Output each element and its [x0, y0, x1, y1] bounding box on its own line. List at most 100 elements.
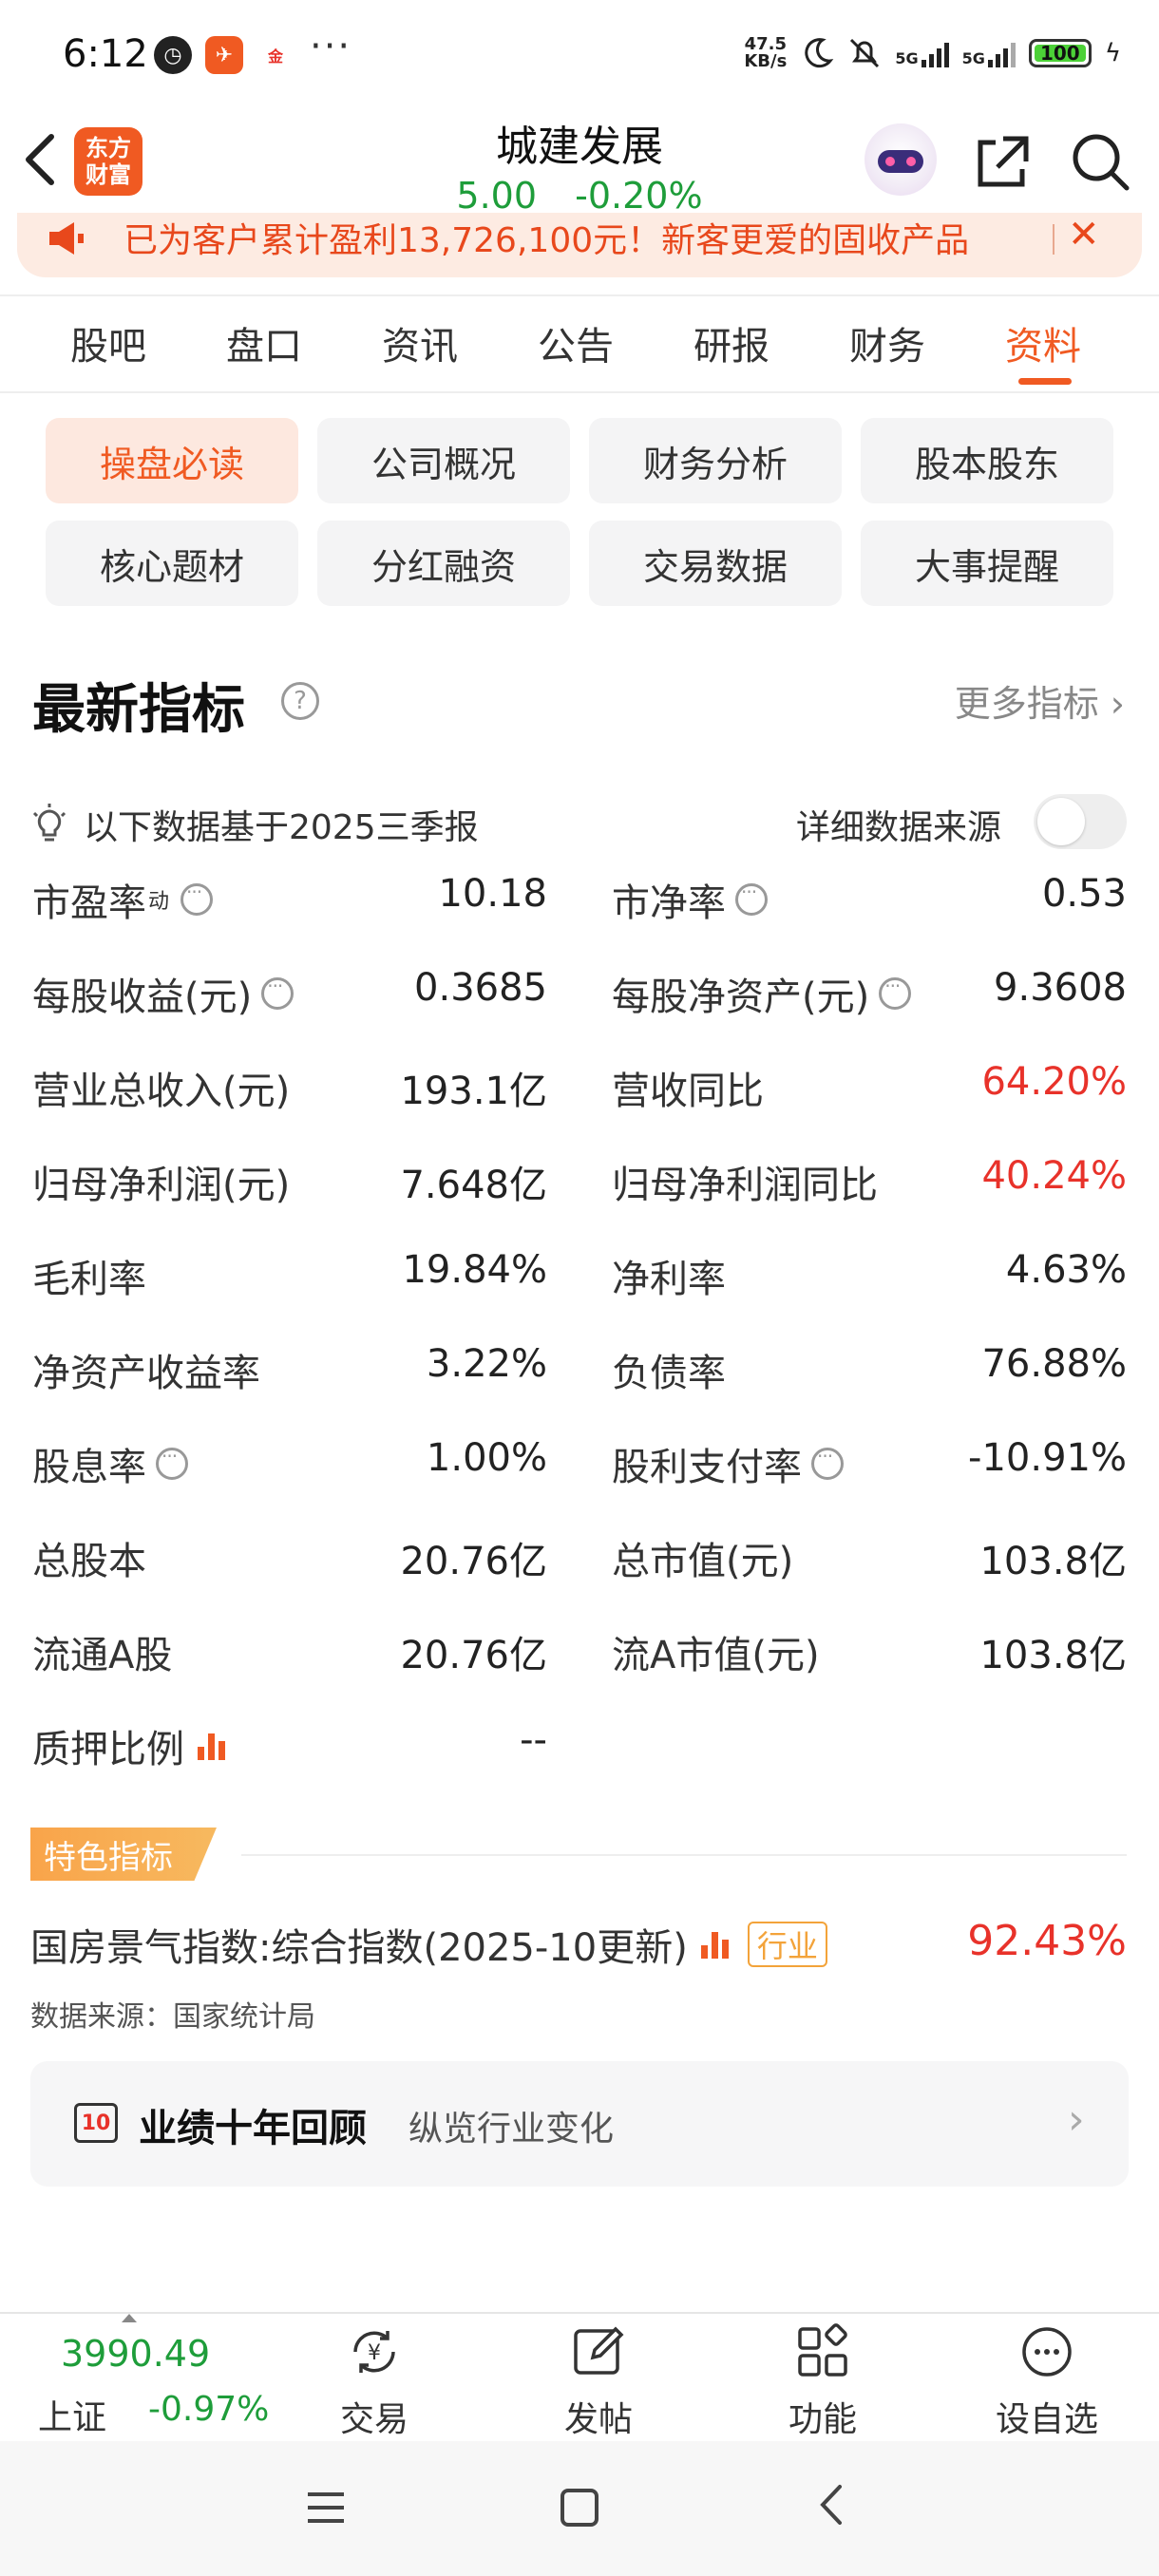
- metric-label: 总市值(元): [612, 1540, 794, 1583]
- metric-label: 股利支付率: [612, 1436, 844, 1491]
- metric-row: 市盈率动 10.18 市净率 0.53: [0, 872, 1159, 938]
- status-bar: 6:12 ◷ ✈ 金 ··· 47.5 KB/s 5G 5G 100 ϟ: [0, 0, 1159, 114]
- battery-icon: 100: [1028, 39, 1092, 67]
- review-title: 业绩十年回顾: [139, 2107, 367, 2150]
- metric-value: 10.18: [438, 872, 547, 916]
- housing-index-row[interactable]: 国房景气指数:综合指数(2025-10更新) 行业: [30, 1917, 827, 1972]
- industry-tag: 行业: [747, 1922, 827, 1967]
- post-button[interactable]: 发帖: [522, 2323, 674, 2441]
- metric-value: 103.8亿: [979, 1540, 1127, 1583]
- tab-finance[interactable]: 财务: [849, 315, 925, 370]
- divider: [0, 294, 1159, 296]
- add-watchlist-button[interactable]: 设自选: [971, 2323, 1123, 2441]
- back-nav-icon[interactable]: [817, 2481, 846, 2541]
- metric-label: 归母净利润同比: [612, 1164, 878, 1207]
- more-circle-icon: [1022, 2327, 1072, 2377]
- megaphone-icon: [49, 222, 84, 255]
- tab-announcements[interactable]: 公告: [538, 315, 614, 370]
- menu-icon[interactable]: [306, 2489, 346, 2527]
- grid-icon: [798, 2323, 847, 2377]
- info-icon[interactable]: [261, 975, 294, 1010]
- metric-label: 毛利率: [32, 1258, 146, 1301]
- home-icon[interactable]: [560, 2489, 598, 2527]
- metric-value: 76.88%: [981, 1342, 1127, 1386]
- stock-change: -0.20%: [575, 175, 703, 217]
- metric-row: 总股本 20.76亿 总市值(元) 103.8亿: [0, 1530, 1159, 1597]
- active-tab-indicator: [1018, 378, 1072, 385]
- tab-research[interactable]: 研报: [694, 315, 770, 370]
- tab-guba[interactable]: 股吧: [70, 315, 146, 370]
- index-value[interactable]: 3990.49: [61, 2333, 210, 2375]
- info-icon[interactable]: [156, 1445, 188, 1480]
- metric-superscript: 动: [148, 890, 170, 914]
- metric-value: 103.8亿: [979, 1634, 1127, 1677]
- help-icon[interactable]: ?: [281, 682, 319, 720]
- grid-btn-events[interactable]: 大事提醒: [861, 521, 1113, 606]
- banner-text[interactable]: 已为客户累计盈利13,726,100元！新客更爱的固收产品: [124, 213, 1054, 260]
- metric-value: 20.76亿: [400, 1540, 547, 1583]
- moon-icon: [805, 38, 834, 68]
- housing-index-label: 国房景气指数:综合指数(2025-10更新): [30, 1926, 688, 1970]
- info-icon[interactable]: [879, 975, 912, 1010]
- metric-value: 20.76亿: [400, 1634, 547, 1677]
- metric-value: 1.00%: [426, 1436, 547, 1480]
- search-icon[interactable]: [1068, 129, 1134, 196]
- functions-button[interactable]: 功能: [747, 2323, 899, 2441]
- metric-row: 股息率 1.00% 股利支付率 -10.91%: [0, 1436, 1159, 1503]
- data-source-toggle[interactable]: [1034, 794, 1127, 849]
- metric-label: 每股收益(元): [32, 966, 294, 1021]
- charging-icon: ϟ: [1104, 39, 1121, 67]
- edit-icon: [574, 2326, 624, 2375]
- metric-label: 总股本: [32, 1540, 146, 1583]
- metric-label: 净资产收益率: [32, 1352, 260, 1395]
- info-icon[interactable]: [811, 1445, 844, 1480]
- tab-profile[interactable]: 资料: [1005, 315, 1081, 370]
- data-source-label: 详细数据来源: [796, 808, 1002, 847]
- close-icon[interactable]: ✕: [1068, 213, 1100, 256]
- metric-row: 质押比例 --: [0, 1718, 1159, 1785]
- net-speed: 47.5 KB/s: [744, 34, 788, 71]
- metric-value: 0.53: [1041, 872, 1127, 916]
- chevron-right-icon: ›: [1068, 2095, 1085, 2144]
- status-indicators: 47.5 KB/s 5G 5G 100 ϟ: [744, 36, 1121, 70]
- metric-row: 毛利率 19.84% 净利率 4.63%: [0, 1248, 1159, 1315]
- metric-label: 每股净资产(元): [612, 966, 912, 1021]
- more-notifications-icon: ···: [310, 25, 352, 68]
- metric-row: 流通A股 20.76亿 流A市值(元) 103.8亿: [0, 1624, 1159, 1691]
- metric-value: 7.648亿: [400, 1164, 547, 1207]
- metric-label: 流通A股: [32, 1634, 173, 1677]
- app-badge-icon: 金: [256, 36, 294, 74]
- divider: [0, 391, 1159, 393]
- section-title: 最新指标: [32, 679, 245, 741]
- data-basis-note: 以下数据基于2025三季报: [30, 800, 479, 849]
- tab-pankou[interactable]: 盘口: [226, 315, 302, 370]
- bar-chart-icon[interactable]: [700, 1930, 729, 1959]
- metric-value: 19.84%: [402, 1248, 547, 1292]
- metric-row: 营业总收入(元) 193.1亿 营收同比 64.20%: [0, 1060, 1159, 1127]
- metric-row: 每股收益(元) 0.3685 每股净资产(元) 9.3608: [0, 966, 1159, 1032]
- more-indicators-link[interactable]: 更多指标 ›: [955, 674, 1125, 727]
- trade-button[interactable]: ¥ 交易: [298, 2323, 450, 2441]
- data-source: 数据来源：国家统计局: [30, 2000, 315, 2034]
- lightbulb-icon: [32, 804, 66, 842]
- info-icon[interactable]: [180, 881, 214, 916]
- index-change[interactable]: -0.97%: [148, 2390, 269, 2429]
- bar-chart-icon[interactable]: [198, 1732, 225, 1760]
- index-name[interactable]: 上证: [38, 2390, 106, 2439]
- mute-bell-icon: [850, 38, 880, 68]
- metric-value: 64.20%: [981, 1060, 1127, 1104]
- grid-btn-trading-essentials[interactable]: 操盘必读: [46, 418, 298, 503]
- grid-btn-dividends[interactable]: 分红融资: [317, 521, 570, 606]
- info-icon[interactable]: [735, 881, 768, 916]
- grid-btn-financial-analysis[interactable]: 财务分析: [589, 418, 842, 503]
- metric-label: 营收同比: [612, 1070, 764, 1113]
- grid-btn-shareholders[interactable]: 股本股东: [861, 418, 1113, 503]
- ai-assistant-avatar[interactable]: [864, 123, 937, 196]
- share-icon[interactable]: [969, 129, 1036, 196]
- review-subtitle: 纵览行业变化: [408, 2110, 615, 2149]
- grid-btn-trading-data[interactable]: 交易数据: [589, 521, 842, 606]
- tab-news[interactable]: 资讯: [382, 315, 458, 370]
- metric-value: 40.24%: [981, 1154, 1127, 1198]
- grid-btn-company-overview[interactable]: 公司概况: [317, 418, 570, 503]
- grid-btn-core-themes[interactable]: 核心题材: [46, 521, 298, 606]
